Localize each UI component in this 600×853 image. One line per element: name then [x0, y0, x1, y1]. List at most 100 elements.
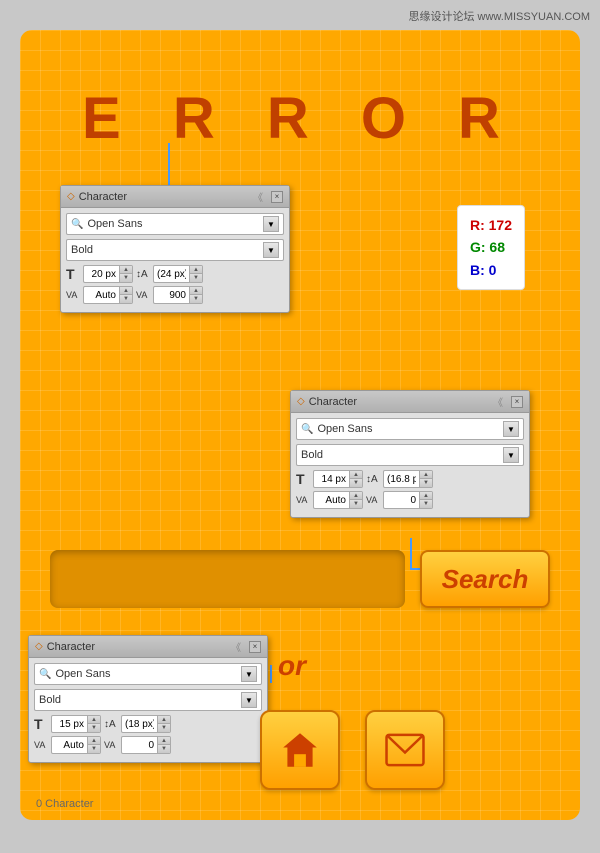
panel2-tracking-down[interactable]: ▼	[350, 500, 362, 508]
panel1-kerning-input[interactable]	[154, 289, 189, 302]
panel2-leading-input[interactable]	[384, 473, 419, 486]
panel1-kerning-icon: VA	[136, 290, 150, 300]
panel1-size-up[interactable]: ▲	[120, 266, 132, 274]
panel1-kerning-spinbox[interactable]: ▲ ▼	[153, 286, 203, 304]
panel3-close-btn[interactable]: ×	[249, 641, 261, 653]
search-button[interactable]: Search	[420, 550, 550, 608]
panel3-tracking-down[interactable]: ▼	[88, 745, 100, 753]
panel1-tracking-input[interactable]	[84, 289, 119, 302]
panel1-leading-up[interactable]: ▲	[190, 266, 202, 274]
panel2-kerning-up[interactable]: ▲	[420, 492, 432, 500]
color-b-value: B: 0	[470, 259, 512, 281]
panel3-kerning-spinbox[interactable]: ▲ ▼	[121, 736, 171, 754]
panel3-leading-input[interactable]	[122, 718, 157, 731]
panel1-leading-spinbox[interactable]: ▲ ▼	[153, 265, 203, 283]
panel3-tracking-input[interactable]	[52, 739, 87, 752]
panel2-leading-icon: ↕A	[366, 474, 380, 485]
panel1-style-dropdown-btn[interactable]: ▼	[263, 242, 279, 258]
panel3-font-dropdown-btn[interactable]: ▼	[241, 666, 257, 682]
panel3-title-label: Character	[47, 641, 95, 653]
panel1-search-icon: 🔍	[71, 219, 83, 230]
panel3-diamond-icon: ◇	[35, 641, 43, 652]
panel3-kerning-input[interactable]	[122, 739, 157, 752]
panel1-size-down[interactable]: ▼	[120, 274, 132, 282]
home-button[interactable]	[260, 710, 340, 790]
panel3-size-spinbox[interactable]: ▲ ▼	[51, 715, 101, 733]
panel2-tracking-spinbox[interactable]: ▲ ▼	[313, 491, 363, 509]
panel2-size-spinbox[interactable]: ▲ ▼	[313, 470, 363, 488]
panel3-kerning-up[interactable]: ▲	[158, 737, 170, 745]
panel1-style-row[interactable]: Bold ▼	[66, 239, 284, 261]
panel2-leading-spinbox[interactable]: ▲ ▼	[383, 470, 433, 488]
error-title: E R R O R	[20, 85, 580, 152]
panel1-tracking-down[interactable]: ▼	[120, 295, 132, 303]
panel3-font-input[interactable]	[55, 668, 237, 680]
panel3-size-icon: T	[34, 716, 48, 732]
panel1-tracking-icon: VA	[66, 290, 80, 300]
panel1-titlebar[interactable]: ◇ Character 《 ×	[61, 186, 289, 208]
panel3-size-down[interactable]: ▼	[88, 724, 100, 732]
panel2-diamond-icon: ◇	[297, 396, 305, 407]
panel2-style-row[interactable]: Bold ▼	[296, 444, 524, 466]
panel3-leading-up[interactable]: ▲	[158, 716, 170, 724]
panel2-title-label: Character	[309, 396, 357, 408]
panel1-font-input[interactable]	[87, 218, 259, 230]
panel3-tracking-spinbox[interactable]: ▲ ▼	[51, 736, 101, 754]
panel1-style-value: Bold	[71, 244, 93, 256]
panel2-kerning-input[interactable]	[384, 494, 419, 507]
mail-button[interactable]	[365, 710, 445, 790]
panel1-kerning-up[interactable]: ▲	[190, 287, 202, 295]
panel2-font-input[interactable]	[317, 423, 499, 435]
panel1-close-btn[interactable]: ×	[271, 191, 283, 203]
panel1-size-icon: T	[66, 266, 80, 282]
panel2-tracking-icon: VA	[296, 495, 310, 505]
panel3-titlebar[interactable]: ◇ Character 《 ×	[29, 636, 267, 658]
panel1-tracking-up[interactable]: ▲	[120, 287, 132, 295]
color-info-box: R: 172 G: 68 B: 0	[457, 205, 525, 290]
panel3-style-dropdown-btn[interactable]: ▼	[241, 692, 257, 708]
panel1-leading-down[interactable]: ▼	[190, 274, 202, 282]
panel2-size-up[interactable]: ▲	[350, 471, 362, 479]
panel1-font-dropdown-btn[interactable]: ▼	[263, 216, 279, 232]
panel2-kerning-spinbox[interactable]: ▲ ▼	[383, 491, 433, 509]
panel2-close-btn[interactable]: ×	[511, 396, 523, 408]
panel3-font-search-row[interactable]: 🔍 ▼	[34, 663, 262, 685]
panel2-size-input[interactable]	[314, 473, 349, 486]
panel2-tracking-input[interactable]	[314, 494, 349, 507]
watermark: 思缘设计论坛 www.MISSYUAN.COM	[408, 8, 590, 24]
panel2-size-down[interactable]: ▼	[350, 479, 362, 487]
search-input-box[interactable]	[50, 550, 405, 608]
character-panel-3: ◇ Character 《 × 🔍 ▼ Bold ▼ T	[28, 635, 268, 763]
panel2-search-icon: 🔍	[301, 424, 313, 435]
search-button-label: Search	[442, 564, 529, 595]
panel3-size-input[interactable]	[52, 718, 87, 731]
character-panel-1: ◇ Character 《 × 🔍 ▼ Bold ▼ T	[60, 185, 290, 313]
mail-icon	[384, 732, 426, 768]
panel1-kerning-down[interactable]: ▼	[190, 295, 202, 303]
panel1-size-spinbox[interactable]: ▲ ▼	[83, 265, 133, 283]
panel1-collapse-icon[interactable]: 《	[253, 189, 263, 204]
panel1-size-input[interactable]	[84, 268, 119, 281]
panel3-tracking-up[interactable]: ▲	[88, 737, 100, 745]
panel2-font-dropdown-btn[interactable]: ▼	[503, 421, 519, 437]
panel2-font-search-row[interactable]: 🔍 ▼	[296, 418, 524, 440]
connector-v1	[168, 143, 170, 191]
panel3-collapse-icon[interactable]: 《	[231, 639, 241, 654]
panel3-leading-down[interactable]: ▼	[158, 724, 170, 732]
panel2-style-dropdown-btn[interactable]: ▼	[503, 447, 519, 463]
panel3-style-row[interactable]: Bold ▼	[34, 689, 262, 711]
panel1-leading-input[interactable]	[154, 268, 189, 281]
panel2-titlebar[interactable]: ◇ Character 《 ×	[291, 391, 529, 413]
panel2-leading-down[interactable]: ▼	[420, 479, 432, 487]
panel2-kerning-icon: VA	[366, 495, 380, 505]
panel3-kerning-down[interactable]: ▼	[158, 745, 170, 753]
panel2-kerning-down[interactable]: ▼	[420, 500, 432, 508]
panel1-font-search-row[interactable]: 🔍 ▼	[66, 213, 284, 235]
panel2-tracking-up[interactable]: ▲	[350, 492, 362, 500]
panel3-size-up[interactable]: ▲	[88, 716, 100, 724]
panel2-collapse-icon[interactable]: 《	[493, 394, 503, 409]
panel3-leading-spinbox[interactable]: ▲ ▼	[121, 715, 171, 733]
panel2-leading-up[interactable]: ▲	[420, 471, 432, 479]
panel1-tracking-spinbox[interactable]: ▲ ▼	[83, 286, 133, 304]
panel2-size-icon: T	[296, 471, 310, 487]
